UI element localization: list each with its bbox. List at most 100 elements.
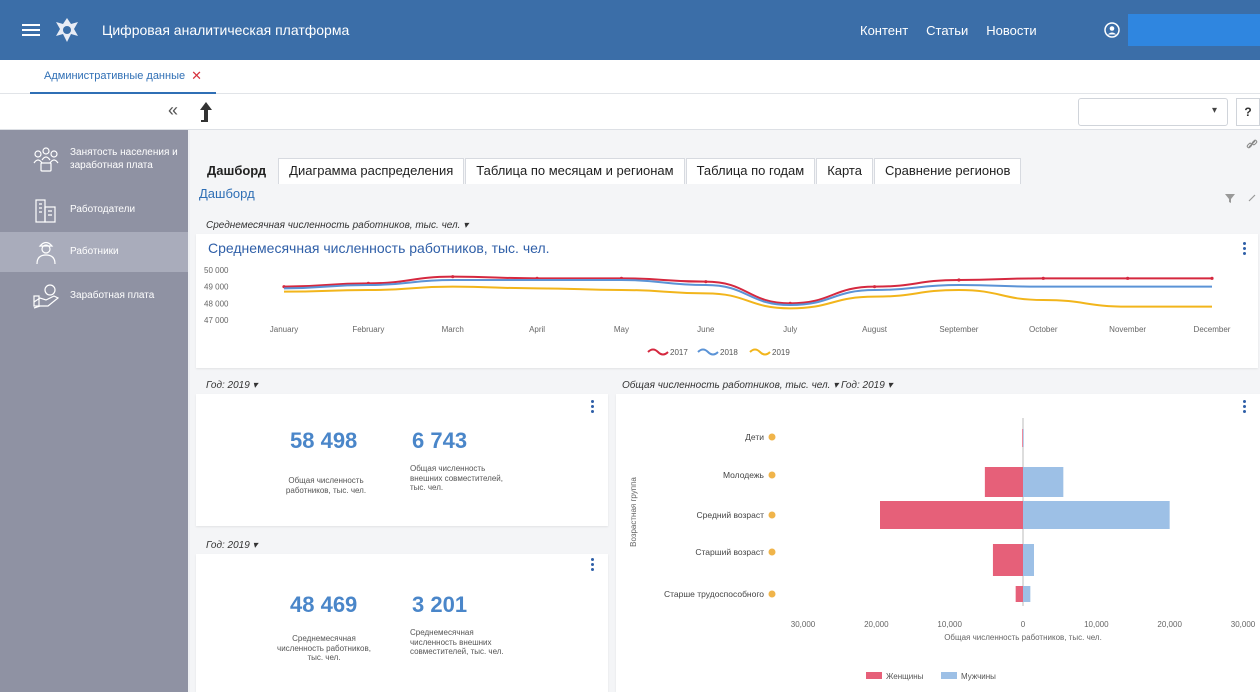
document-tabstrip: Административные данные ✕ [0, 60, 1260, 94]
tab-map[interactable]: Карта [816, 158, 873, 184]
line-chart: 50 000 49 000 48 000 47 000 January February M… [204, 266, 1231, 357]
series-line-2019 [283, 285, 1212, 310]
legend-swatch [941, 672, 957, 679]
app-title: Цифровая аналитическая платформа [102, 22, 350, 38]
data-point [1210, 276, 1214, 280]
bar-women [984, 467, 1023, 497]
more-options-icon[interactable] [591, 558, 595, 573]
link-icon[interactable] [1246, 138, 1258, 150]
sidebar-item-label: Занятость населения и заработная плата [70, 146, 178, 172]
kpi-avg-external-part-timers-label: Среднемесячная численность внешних совме… [410, 628, 504, 657]
data-point [1126, 276, 1130, 280]
menu-icon[interactable] [22, 24, 40, 36]
tab-years-table[interactable]: Таблица по годам [685, 158, 816, 184]
buildings-icon [35, 199, 56, 223]
x-tick-label: August [862, 325, 888, 334]
data-point [957, 278, 961, 282]
kpi2-year-selector[interactable]: Год: 2019 ▾ [206, 540, 258, 551]
people-network-icon [33, 147, 59, 172]
sidebar-item-salary[interactable]: Заработная плата [0, 278, 188, 314]
arrow-up-icon[interactable] [196, 100, 216, 124]
legend-swatch [866, 672, 882, 679]
legend-swatch [749, 348, 771, 356]
tab-dashboard[interactable]: Дашборд [196, 158, 277, 184]
line-chart-title: Среднемесячная численность работников, т… [208, 240, 550, 256]
bar-women [880, 501, 1023, 529]
age-pyramid-chart: Дети Молодежь Средний возраст Старший возра… [629, 418, 1256, 681]
toolbar-select[interactable]: ▾ [1078, 98, 1228, 126]
sidebar: Занятость населения и заработная плата Р… [0, 130, 188, 692]
link-icon[interactable] [1246, 192, 1258, 204]
kpi-external-part-timers-label: Общая численность внешних совместителей,… [410, 464, 503, 493]
legend-swatch [697, 348, 719, 356]
sidebar-item-employers[interactable]: Работодатели [0, 192, 188, 228]
kpi-external-part-timers: 6 743 [412, 428, 468, 453]
more-options-icon[interactable] [1243, 242, 1247, 257]
y-axis-label: Возрастная группа [629, 477, 638, 547]
sidebar-item-label: Работники [70, 246, 119, 258]
category-label: Старший возраст [695, 547, 764, 557]
tab-distribution-chart[interactable]: Диаграмма распределения [278, 158, 465, 184]
nav-item-articles[interactable]: Статьи [926, 23, 968, 38]
x-tick-label: January [270, 325, 298, 334]
user-icon[interactable] [1104, 22, 1120, 38]
nav-item-news[interactable]: Новости [986, 23, 1036, 38]
x-tick-label: 10,000 [937, 620, 962, 629]
bar-panel-selector[interactable]: Общая численность работников, тыс. чел. … [622, 380, 893, 391]
sidebar-item-label: Заработная плата [70, 290, 155, 302]
x-tick-label: November [1109, 325, 1146, 334]
legend-label: Мужчины [961, 672, 996, 681]
dashboard-title: Дашборд [199, 186, 255, 201]
sidebar-item-label: Работодатели [70, 204, 136, 216]
kpi1-year-selector[interactable]: Год: 2019 ▾ [206, 380, 258, 391]
kpi-total-workers-label: Общая численность работников, тыс. чел. [285, 476, 367, 495]
legend-label: Женщины [886, 672, 924, 681]
bar-men [1023, 429, 1024, 447]
y-tick-label: 49 000 [204, 283, 229, 292]
kpi-panel-1 [196, 394, 608, 526]
user-name-box[interactable] [1128, 14, 1260, 46]
x-tick-label: 0 [1021, 620, 1026, 629]
data-point [872, 285, 877, 289]
x-tick-label: March [442, 325, 464, 334]
toolbar: « ▾ ? [0, 94, 1260, 130]
x-tick-label: 10,000 [1084, 620, 1109, 629]
legend-label: 2019 [772, 348, 790, 357]
close-icon[interactable]: ✕ [191, 68, 202, 84]
emblem-icon [56, 18, 78, 42]
bar-men [1023, 544, 1034, 576]
legend-swatch [647, 348, 669, 356]
chevron-down-icon: ▾ [1211, 105, 1217, 116]
kpi-avg-workers: 48 469 [290, 592, 358, 617]
x-tick-label: September [939, 325, 978, 334]
top-header: Цифровая аналитическая платформа Контент… [0, 0, 1260, 60]
tab-region-comparison[interactable]: Сравнение регионов [873, 158, 1022, 184]
data-point [451, 275, 455, 279]
x-tick-label: June [697, 325, 715, 334]
bar-women [992, 544, 1023, 576]
view-tabs: Дашборд Диаграмма распределения Таблица … [196, 158, 1022, 184]
line-panel-selector[interactable]: Среднемесячная численность работников, т… [206, 220, 468, 231]
bar-women [1015, 586, 1023, 602]
x-tick-label: December [1194, 325, 1231, 334]
age-group-icon [768, 590, 776, 598]
x-tick-label: 30,000 [791, 620, 816, 629]
sidebar-item-workers[interactable]: Работники [0, 232, 188, 272]
collapse-sidebar-button[interactable]: « [168, 100, 178, 121]
bar-men [1023, 586, 1031, 602]
kpi-avg-external-part-timers: 3 201 [412, 592, 468, 617]
category-label: Средний возраст [697, 510, 765, 520]
y-tick-label: 47 000 [204, 316, 229, 325]
y-tick-label: 50 000 [204, 266, 229, 275]
document-tab[interactable]: Административные данные ✕ [30, 60, 217, 94]
bar-men [1023, 501, 1170, 529]
sidebar-item-employment[interactable]: Занятость населения и заработная плата [0, 136, 188, 182]
tab-months-regions-table[interactable]: Таблица по месяцам и регионам [465, 158, 685, 184]
help-button[interactable]: ? [1236, 98, 1260, 126]
bar-men [1023, 467, 1064, 497]
filter-icon[interactable] [1224, 192, 1236, 204]
nav-item-content[interactable]: Контент [860, 23, 908, 38]
kpi-total-workers: 58 498 [290, 428, 358, 453]
more-options-icon[interactable] [591, 400, 595, 415]
x-axis-label: Общая численность работников, тыс. чел. [944, 633, 1102, 642]
